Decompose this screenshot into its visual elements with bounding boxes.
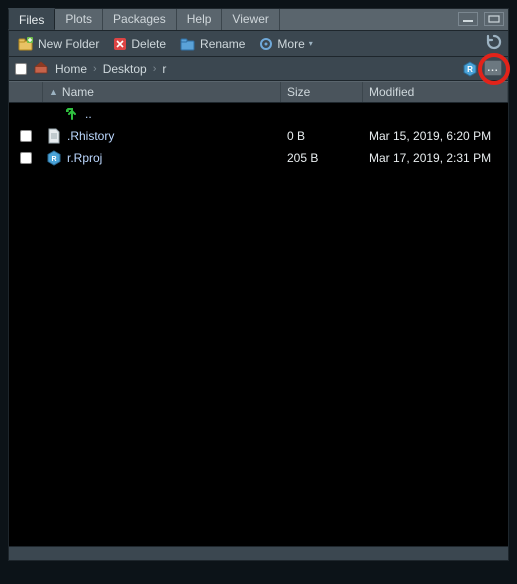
home-icon[interactable] [33,60,49,77]
crumb-separator-icon: › [93,63,97,75]
path-more-button[interactable]: ... [484,60,502,76]
column-headers: ▲ Name Size Modified [9,81,508,103]
tab-files[interactable]: Files [8,8,55,30]
new-folder-button[interactable]: New Folder [15,35,102,53]
tab-help[interactable]: Help [177,9,223,30]
files-toolbar: New Folder Delete Rename [9,31,508,57]
row-checkbox[interactable] [20,130,32,142]
file-row: R r.Rproj 205 B Mar 17, 2019, 2:31 PM [9,147,508,169]
rproj-badge-icon[interactable]: R [462,61,478,77]
file-modified: Mar 15, 2019, 6:20 PM [363,129,508,143]
tab-packages[interactable]: Packages [103,9,177,30]
svg-text:R: R [51,156,56,163]
rename-button[interactable]: Rename [177,35,248,53]
horizontal-scrollbar[interactable] [9,546,508,560]
file-list: .. .Rhistory 0 B Mar 15, 20 [9,103,508,546]
file-size: 0 B [281,129,363,143]
chevron-down-icon: ▾ [309,39,313,48]
more-label: More [277,37,304,51]
svg-text:R: R [467,65,473,74]
pane-tabs: Files Plots Packages Help Viewer [9,9,508,31]
header-size[interactable]: Size [281,82,363,102]
delete-button[interactable]: Delete [110,35,169,53]
new-folder-label: New Folder [38,37,99,51]
parent-dir-row[interactable]: .. [9,103,508,125]
select-all-checkbox[interactable] [15,63,27,75]
header-modified[interactable]: Modified [363,82,508,102]
files-pane: Files Plots Packages Help Viewer [8,8,509,561]
maximize-pane-icon[interactable] [484,12,504,26]
text-file-icon [47,128,61,144]
delete-label: Delete [131,37,166,51]
crumb-desktop[interactable]: Desktop [103,62,147,76]
sort-ascending-icon: ▲ [49,87,58,97]
more-menu-button[interactable]: More ▾ [256,35,315,53]
refresh-button[interactable] [486,34,502,53]
crumb-home[interactable]: Home [55,62,87,76]
file-name-link[interactable]: r.Rproj [67,151,102,165]
new-folder-icon [18,37,34,51]
crumb-r[interactable]: r [162,62,166,76]
file-modified: Mar 17, 2019, 2:31 PM [363,151,508,165]
rename-label: Rename [200,37,245,51]
parent-dir-label: .. [85,107,92,121]
rename-icon [180,37,196,51]
file-row: .Rhistory 0 B Mar 15, 2019, 6:20 PM [9,125,508,147]
minimize-pane-icon[interactable] [458,12,478,26]
row-checkbox[interactable] [20,152,32,164]
crumb-separator-icon: › [153,63,157,75]
breadcrumb-row: Home › Desktop › r R ... [9,57,508,81]
tab-viewer[interactable]: Viewer [222,9,279,30]
up-arrow-icon [65,107,79,121]
file-name-link[interactable]: .Rhistory [67,129,114,143]
gear-icon [259,37,273,51]
file-size: 205 B [281,151,363,165]
refresh-icon [486,34,502,50]
rproj-file-icon: R [47,150,61,166]
delete-icon [113,37,127,51]
header-name[interactable]: ▲ Name [43,82,281,102]
tab-plots[interactable]: Plots [55,9,103,30]
